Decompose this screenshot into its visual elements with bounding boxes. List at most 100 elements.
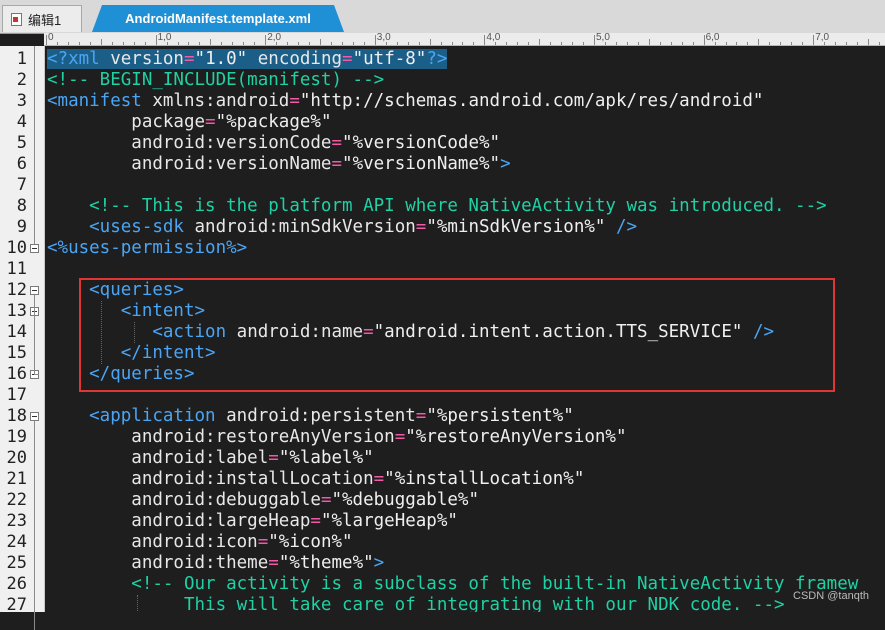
ruler-minor-tick xyxy=(835,42,837,45)
ruler-minor-tick xyxy=(517,42,519,45)
ruler-minor-tick xyxy=(473,42,475,45)
ruler-minor-tick xyxy=(550,42,552,45)
code-line: <!-- BEGIN_INCLUDE(manifest) --> xyxy=(47,70,384,91)
ruler-minor-tick xyxy=(561,42,563,45)
document-icon xyxy=(11,12,22,26)
code-token: "%package%" xyxy=(215,112,332,132)
code-token: <uses-sdk xyxy=(47,217,195,237)
code-token: android:restoreAnyVersion xyxy=(47,427,395,447)
code-token: = xyxy=(183,49,195,69)
tab-android-manifest[interactable]: AndroidManifest.template.xml xyxy=(92,5,344,32)
ruler-minor-tick xyxy=(626,42,628,45)
ruler-minor-tick xyxy=(330,42,332,45)
ruler-major-tick xyxy=(46,35,47,45)
line-number: 7 xyxy=(16,175,27,195)
tab-editor-1[interactable]: 编辑1 xyxy=(2,5,82,32)
line-number: 24 xyxy=(6,532,27,552)
fold-guide xyxy=(34,421,35,630)
ruler-minor-tick xyxy=(528,42,530,45)
line-number: 17 xyxy=(6,385,27,405)
code-token: "1.0" xyxy=(194,49,248,69)
line-number: 1 xyxy=(16,49,27,69)
code-line: <!-- Our activity is a subclass of the b… xyxy=(47,574,858,595)
line-number: 5 xyxy=(16,133,27,153)
ruler-minor-tick xyxy=(122,42,124,45)
code-token: "%versionName%" xyxy=(342,154,501,174)
line-number-gutter: 1 2 3 4 5 6 7 8 9 10 11 12 13 14 15 16 17 18 19 20 21 22 23 24 2… xyxy=(0,46,45,630)
fold-end xyxy=(34,374,39,375)
code-token: "%versionCode%" xyxy=(342,133,501,153)
fold-guide xyxy=(34,46,35,244)
code-line: <uses-sdk android:minSdkVersion="%minSdk… xyxy=(47,217,637,238)
line-number: 21 xyxy=(6,469,27,489)
ruler-minor-tick xyxy=(56,42,58,45)
code-token: = xyxy=(320,490,332,510)
ruler-minor-tick xyxy=(320,39,321,45)
ruler-minor-tick xyxy=(352,42,354,45)
ruler-minor-tick xyxy=(100,39,102,45)
code-token: android:debuggable xyxy=(47,490,321,510)
code-token: <!-- This is the platform API where Nati… xyxy=(47,196,827,216)
ruler-minor-tick xyxy=(572,42,574,45)
code-token: "%persistent%" xyxy=(426,406,574,426)
code-token: <application xyxy=(47,406,227,426)
fold-toggle-icon[interactable] xyxy=(30,244,39,253)
ruler-minor-tick xyxy=(769,42,771,45)
code-token: "%largeHeap%" xyxy=(320,511,458,531)
line-number: 11 xyxy=(6,259,27,279)
ruler-label: 3,0 xyxy=(376,32,391,43)
code-line: android:theme="%theme%"> xyxy=(47,553,384,574)
indent-guide xyxy=(137,595,139,612)
ruler-minor-tick xyxy=(692,42,694,45)
line-number: 6 xyxy=(16,154,27,174)
fold-toggle-icon[interactable] xyxy=(30,412,39,421)
ruler-label: 2,0 xyxy=(267,32,282,43)
ruler-minor-tick xyxy=(604,42,606,45)
ruler-minor-tick xyxy=(780,42,782,45)
code-token: android:icon xyxy=(47,532,258,552)
line-number: 10 xyxy=(6,238,27,258)
ruler-minor-tick xyxy=(857,42,859,45)
ruler-minor-tick xyxy=(298,42,300,45)
code-line: android:label="%label%" xyxy=(47,448,373,469)
code-token: android:installLocation xyxy=(47,469,374,489)
code-token: = xyxy=(268,553,279,573)
code-token: > xyxy=(500,154,511,174)
code-token: = xyxy=(331,154,343,174)
column-ruler: 0 1,0 2,0 3,0 4,0 5,0 6,0 7,0 xyxy=(44,33,885,46)
code-token: android:versionName xyxy=(47,154,332,174)
ruler-minor-tick xyxy=(133,42,135,45)
fold-toggle-icon[interactable] xyxy=(30,286,39,295)
ruler-minor-tick xyxy=(615,42,617,45)
code-token: = xyxy=(373,469,385,489)
line-number: 23 xyxy=(6,511,27,531)
line-number: 18 xyxy=(6,406,27,426)
code-line: This will take care of integrating with … xyxy=(47,595,785,612)
code-token: "%icon%" xyxy=(268,532,353,552)
code-token: <!-- BEGIN_INCLUDE(manifest) --> xyxy=(47,70,385,90)
code-token: android:theme xyxy=(47,553,269,573)
ruler-minor-tick xyxy=(637,42,639,45)
ruler-minor-tick xyxy=(802,42,804,45)
line-number: 15 xyxy=(6,343,27,363)
code-line: package="%package%" xyxy=(47,112,332,133)
ruler-minor-tick xyxy=(243,42,245,45)
ruler-minor-tick xyxy=(221,42,223,45)
line-number: 13 xyxy=(6,301,27,321)
line-number: 14 xyxy=(6,322,27,342)
line-number: 25 xyxy=(6,553,27,573)
ruler-label: 4,0 xyxy=(486,32,501,43)
ruler-minor-tick xyxy=(177,42,179,45)
ruler-minor-tick xyxy=(659,42,661,45)
code-token: "utf-8" xyxy=(352,49,427,69)
ruler-minor-tick xyxy=(681,42,683,45)
ruler-minor-tick xyxy=(67,42,69,45)
code-line: android:largeHeap="%largeHeap%" xyxy=(47,511,458,532)
ruler-major-tick xyxy=(265,35,267,45)
code-token: "%debuggable%" xyxy=(331,490,479,510)
ruler-minor-tick xyxy=(309,42,311,45)
code-line: <manifest xmlns:android="http://schemas.… xyxy=(47,91,763,112)
fold-guide xyxy=(34,295,35,375)
code-token: "%minSdkVersion%" xyxy=(426,217,606,237)
code-token: android:minSdkVersion xyxy=(194,217,416,237)
